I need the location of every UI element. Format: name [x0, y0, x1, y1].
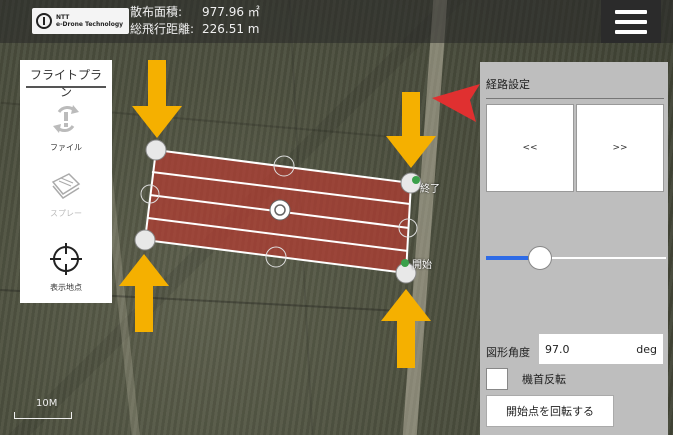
- distance-value: 226.51 m: [202, 22, 260, 36]
- shape-angle-input[interactable]: 97.0 deg: [539, 334, 663, 364]
- spray-layers-icon: [51, 173, 81, 199]
- file-label: ファイル: [50, 143, 82, 152]
- show-location-button[interactable]: 表示地点: [20, 242, 112, 293]
- flight-plan-panel: フライトプラン ファイル スプレー 表示地点: [20, 60, 112, 303]
- rotate-start-point-button[interactable]: 開始点を回転する: [486, 395, 614, 427]
- menu-bar-icon: [615, 19, 647, 24]
- show-location-label: 表示地点: [50, 283, 82, 292]
- vertex-handle[interactable]: [145, 139, 167, 161]
- vertex-handle[interactable]: [134, 229, 156, 251]
- start-point-marker: [401, 259, 409, 267]
- slider-thumb[interactable]: [528, 246, 552, 270]
- menu-bar-icon: [615, 29, 647, 34]
- route-settings-panel: 経路設定 << >> 図形角度 97.0 deg 機首反転 開始点を回転する: [480, 62, 668, 435]
- area-value: 977.96 ㎡: [202, 5, 260, 19]
- logo-mark-icon: [36, 13, 52, 29]
- pointer-triangle-icon: [432, 84, 480, 122]
- end-point-label: 終了: [420, 184, 440, 195]
- spray-label: スプレー: [50, 209, 82, 218]
- menu-bar-icon: [615, 9, 647, 14]
- hamburger-menu-button[interactable]: [601, 0, 661, 43]
- shape-angle-unit: deg: [636, 342, 657, 356]
- app: 終了 開始 NTT e-Drone Technology 散布面積: 977.9…: [0, 0, 673, 435]
- top-bar: NTT e-Drone Technology 散布面積: 977.96 ㎡ 総飛…: [0, 0, 673, 43]
- crosshair-icon: [50, 243, 82, 275]
- arrow-down-icon: [386, 92, 436, 168]
- route-slider[interactable]: [486, 246, 666, 270]
- logo-subtext: e-Drone Technology: [56, 21, 124, 28]
- spray-button[interactable]: スプレー: [20, 172, 112, 219]
- end-point-marker: [412, 176, 420, 184]
- scale-label: 10M: [36, 398, 58, 409]
- distance-label: 総飛行距離:: [130, 22, 195, 36]
- heading-flip-label: 機首反転: [522, 373, 566, 386]
- heading-flip-row: 機首反転: [486, 368, 566, 390]
- arrow-up-icon: [119, 254, 169, 332]
- company-logo: NTT e-Drone Technology: [32, 8, 130, 34]
- polygon-center-handle[interactable]: [269, 199, 291, 221]
- file-button[interactable]: ファイル: [20, 102, 112, 153]
- file-sync-icon: [53, 105, 79, 133]
- flight-stats: 散布面積: 977.96 ㎡ 総飛行距離: 226.51 m: [130, 4, 260, 38]
- heading-flip-checkbox[interactable]: [486, 368, 508, 390]
- logo-text: NTT: [56, 14, 70, 21]
- shape-angle-value: 97.0: [545, 342, 570, 356]
- flight-plan-title: フライトプラン: [26, 60, 106, 99]
- divider: [486, 98, 664, 99]
- arrow-down-icon: [132, 60, 182, 138]
- scale-bar-line: [14, 412, 72, 419]
- previous-button[interactable]: <<: [486, 104, 574, 192]
- arrow-up-icon: [381, 289, 431, 368]
- shape-angle-label: 図形角度: [486, 346, 530, 359]
- start-point-label: 開始: [412, 260, 432, 271]
- area-label: 散布面積:: [130, 5, 183, 19]
- route-settings-title: 経路設定: [486, 78, 530, 91]
- next-button[interactable]: >>: [576, 104, 664, 192]
